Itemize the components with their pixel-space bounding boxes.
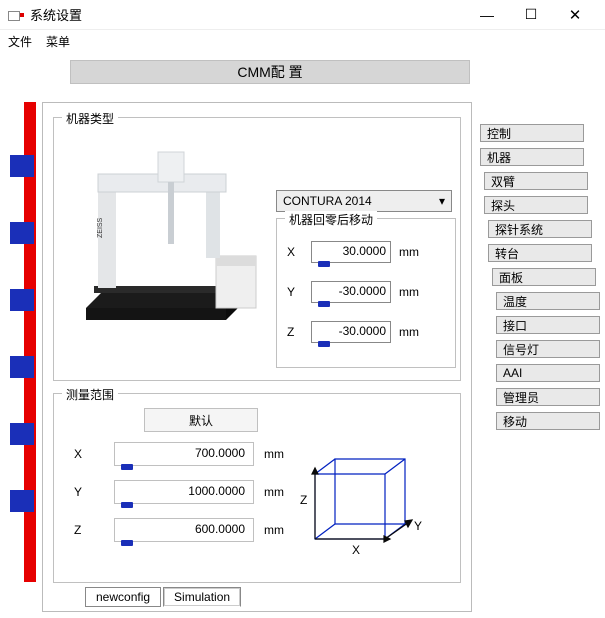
range-x-input[interactable]: 700.0000 (114, 442, 254, 466)
range-default-header: 默认 (144, 408, 258, 432)
bottom-tabs: newconfig Simulation (85, 587, 243, 607)
homing-z-label: Z (287, 325, 311, 339)
range-legend: 测量范围 (62, 386, 118, 403)
title-bar: 系统设置 — ☐ ✕ (0, 0, 605, 30)
axis-z-label: Z (300, 493, 307, 507)
client-area: CMM配 置 机器类型 (0, 52, 605, 617)
homing-x-input[interactable]: 30.0000 (311, 241, 391, 263)
axis-y-label: Y (414, 519, 422, 533)
cat-tab-stylus[interactable]: 探针系统 (488, 220, 592, 238)
range-x-label: X (74, 447, 114, 461)
range-x-unit: mm (264, 447, 284, 461)
machine-type-legend: 机器类型 (62, 110, 118, 127)
range-y-unit: mm (264, 485, 284, 499)
cat-tab-machine[interactable]: 机器 (480, 148, 584, 166)
menu-file[interactable]: 文件 (8, 33, 32, 50)
window-title: 系统设置 (30, 5, 82, 24)
machine-type-group: 机器类型 (53, 117, 461, 381)
cat-tab-interface[interactable]: 接口 (496, 316, 600, 334)
left-tab-1[interactable] (10, 155, 34, 177)
range-z-label: Z (74, 523, 114, 537)
range-y-input[interactable]: 1000.0000 (114, 480, 254, 504)
homing-y-label: Y (287, 285, 311, 299)
homing-z-input[interactable]: -30.0000 (311, 321, 391, 343)
range-row-x: X 700.0000 mm (74, 440, 304, 468)
cat-tab-move[interactable]: 移动 (496, 412, 600, 430)
range-row-z: Z 600.0000 mm (74, 516, 304, 544)
homing-legend: 机器回零后移动 (285, 211, 377, 228)
left-tab-3[interactable] (10, 289, 34, 311)
homing-x-label: X (287, 245, 311, 259)
cat-tab-rotary[interactable]: 转台 (488, 244, 592, 262)
menu-menu[interactable]: 菜单 (46, 33, 70, 50)
homing-row-x: X 30.0000 mm (287, 239, 447, 265)
range-z-input[interactable]: 600.0000 (114, 518, 254, 542)
main-panel: 机器类型 (42, 102, 472, 612)
cat-tab-temp[interactable]: 温度 (496, 292, 600, 310)
app-icon (8, 9, 24, 21)
tab-newconfig[interactable]: newconfig (85, 587, 161, 607)
cat-tab-signal[interactable]: 信号灯 (496, 340, 600, 358)
machine-model-select[interactable]: CONTURA 2014 ▾ (276, 190, 452, 212)
cat-tab-probe[interactable]: 探头 (484, 196, 588, 214)
tab-simulation[interactable]: Simulation (163, 587, 241, 607)
maximize-button[interactable]: ☐ (509, 0, 553, 30)
left-tab-5[interactable] (10, 423, 34, 445)
svg-text:ZEISS: ZEISS (97, 217, 104, 238)
cat-tab-dualarm[interactable]: 双臂 (484, 172, 588, 190)
homing-z-unit: mm (399, 325, 419, 339)
close-button[interactable]: ✕ (553, 0, 597, 30)
menu-bar: 文件 菜单 (0, 30, 605, 52)
left-tab-4[interactable] (10, 356, 34, 378)
homing-row-z: Z -30.0000 mm (287, 319, 447, 345)
page-title: CMM配 置 (70, 60, 470, 84)
range-z-unit: mm (264, 523, 284, 537)
machine-model-value: CONTURA 2014 (283, 194, 372, 208)
homing-y-unit: mm (399, 285, 419, 299)
axis-x-label: X (352, 543, 360, 557)
range-group: 测量范围 默认 X 700.0000 mm Y 1000.0000 mm Z 6… (53, 393, 461, 583)
cat-tab-admin[interactable]: 管理员 (496, 388, 600, 406)
range-y-label: Y (74, 485, 114, 499)
cat-tab-control[interactable]: 控制 (480, 124, 584, 142)
homing-y-input[interactable]: -30.0000 (311, 281, 391, 303)
minimize-button[interactable]: — (465, 0, 509, 30)
homing-row-y: Y -30.0000 mm (287, 279, 447, 305)
left-tab-6[interactable] (10, 490, 34, 512)
left-tab-2[interactable] (10, 222, 34, 244)
cat-tab-panel[interactable]: 面板 (492, 268, 596, 286)
homing-group: 机器回零后移动 X 30.0000 mm Y -30.0000 mm Z -30… (276, 218, 456, 368)
cat-tab-aai[interactable]: AAI (496, 364, 600, 382)
cmm-image: ZEISS (66, 138, 266, 348)
range-cube-diagram: X Y Z (290, 444, 430, 564)
range-row-y: Y 1000.0000 mm (74, 478, 304, 506)
chevron-down-icon: ▾ (439, 194, 445, 208)
homing-x-unit: mm (399, 245, 419, 259)
